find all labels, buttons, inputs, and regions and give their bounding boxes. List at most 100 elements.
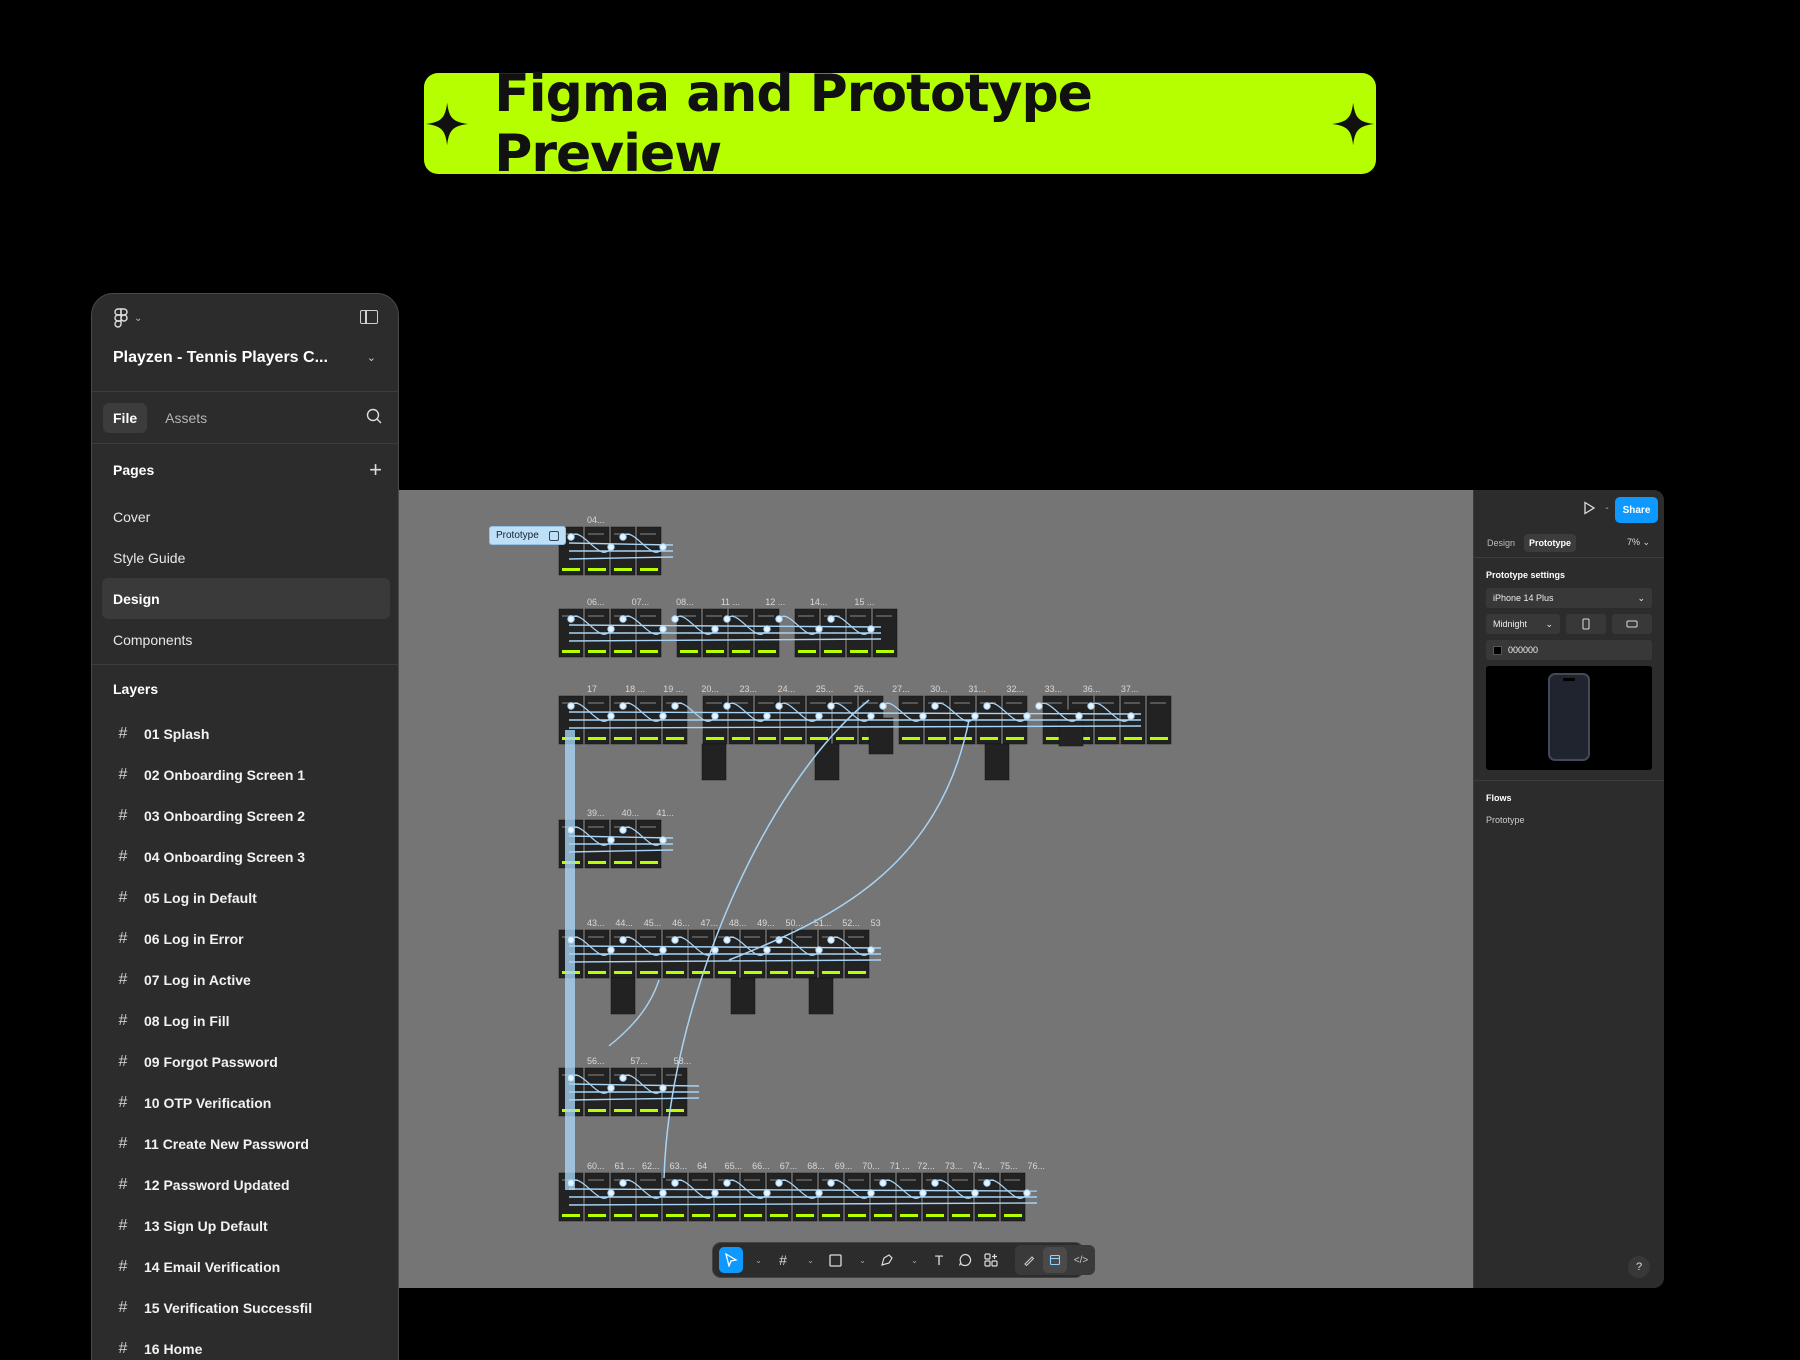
screen-text-line [588, 1179, 604, 1181]
frame-label: 48... [729, 918, 747, 928]
draw-mode-icon[interactable] [1017, 1247, 1041, 1273]
layer-item[interactable]: #16 Home [92, 1328, 398, 1360]
file-name[interactable]: Playzen - Tennis Players C... [113, 349, 328, 367]
portrait-orientation-icon[interactable] [1566, 614, 1606, 634]
connector-node [971, 1189, 979, 1197]
frame-tool-icon[interactable]: # [771, 1247, 795, 1273]
actions-tool-icon[interactable] [979, 1247, 1003, 1273]
page-item-cover[interactable]: Cover [92, 496, 390, 537]
sidebar-tabs: File Assets [92, 392, 398, 444]
text-tool-icon[interactable]: T [927, 1247, 951, 1273]
screen-cta [732, 737, 750, 740]
page-item-components[interactable]: Components [92, 619, 390, 660]
connector-node [607, 1189, 615, 1197]
frame-label: 24... [778, 684, 796, 694]
main-menu-button[interactable]: ⌄ [114, 308, 142, 328]
page-list: Cover Style Guide Design Components [92, 496, 398, 665]
present-play-icon[interactable] [1582, 501, 1596, 515]
chevron-down-icon[interactable]: ⌄ [1604, 503, 1610, 511]
frame-label: 49... [757, 918, 775, 928]
connector-node [567, 702, 575, 710]
model-color-select[interactable]: Midnight ⌄ [1486, 614, 1560, 634]
layer-item[interactable]: #11 Create New Password [92, 1123, 398, 1164]
layer-item[interactable]: #01 Splash [92, 713, 398, 754]
dev-mode-icon[interactable]: </> [1069, 1247, 1093, 1273]
design-canvas[interactable]: 04... 06... 07... 08... 11 ... 12 ... 14... 15 … [399, 490, 1473, 1288]
page-item-style-guide[interactable]: Style Guide [92, 537, 390, 578]
connector-node [815, 712, 823, 720]
frame-label: 57... [630, 1056, 648, 1066]
screen-cta [562, 861, 580, 864]
connector-node [1127, 712, 1135, 720]
add-page-icon[interactable]: + [369, 459, 382, 481]
help-button[interactable]: ? [1628, 1256, 1650, 1278]
frame-icon: # [118, 847, 128, 865]
connector-node [919, 1189, 927, 1197]
screen-cta [1006, 737, 1024, 740]
flow-item[interactable]: Prototype [1474, 811, 1664, 829]
rectangle-tool-icon[interactable] [823, 1247, 847, 1273]
tool-chevron-icon[interactable]: ⌄ [849, 1247, 873, 1273]
layer-item[interactable]: #02 Onboarding Screen 1 [92, 754, 398, 795]
tab-design[interactable]: Design [1482, 534, 1520, 552]
frame-label: 06... [587, 597, 605, 607]
connector-node [567, 1179, 575, 1187]
layer-item[interactable]: #04 Onboarding Screen 3 [92, 836, 398, 877]
layer-item[interactable]: #10 OTP Verification [92, 1082, 398, 1123]
search-icon[interactable] [366, 408, 382, 424]
connector-node [1087, 702, 1095, 710]
layer-item[interactable]: #03 Onboarding Screen 2 [92, 795, 398, 836]
landscape-orientation-icon[interactable] [1612, 614, 1652, 634]
layer-item[interactable]: #06 Log in Error [92, 918, 398, 959]
tool-chevron-icon[interactable]: ⌄ [901, 1247, 925, 1273]
layer-item[interactable]: #08 Log in Fill [92, 1000, 398, 1041]
connector-node [931, 1179, 939, 1187]
tool-chevron-icon[interactable]: ⌄ [745, 1247, 769, 1273]
comment-tool-icon[interactable] [953, 1247, 977, 1273]
frame-label: 52... [842, 918, 860, 928]
mode-switcher: </> [1015, 1245, 1095, 1275]
layer-item[interactable]: #09 Forgot Password [92, 1041, 398, 1082]
frame-icon: # [118, 929, 128, 947]
prototype-flow-chip[interactable]: Prototype [489, 526, 566, 545]
frame-label: 73... [945, 1161, 963, 1171]
layer-item[interactable]: #13 Sign Up Default [92, 1205, 398, 1246]
connector-node [567, 533, 575, 541]
screen-cta [744, 971, 762, 974]
tab-prototype[interactable]: Prototype [1524, 533, 1577, 552]
tool-chevron-icon[interactable]: ⌄ [797, 1247, 821, 1273]
chevron-down-icon[interactable]: ⌄ [367, 351, 376, 364]
move-tool-icon[interactable] [719, 1247, 743, 1273]
screen-cta [850, 650, 868, 653]
layer-label: 03 Onboarding Screen 2 [144, 807, 306, 824]
prototype-settings-heading: Prototype settings [1486, 570, 1566, 580]
flows-heading: Flows [1486, 793, 1512, 803]
screen-cta [614, 861, 632, 864]
background-color-field[interactable]: 000000 [1486, 640, 1652, 660]
screen-cta [666, 971, 684, 974]
pen-tool-icon[interactable] [875, 1247, 899, 1273]
connector-node [867, 1189, 875, 1197]
tab-assets[interactable]: Assets [155, 403, 217, 433]
layer-item[interactable]: #15 Verification Successfil [92, 1287, 398, 1328]
layer-item[interactable]: #07 Log in Active [92, 959, 398, 1000]
sidebar-toggle-icon[interactable] [360, 310, 378, 324]
screen-text-line [744, 936, 760, 938]
tab-file[interactable]: File [103, 402, 148, 433]
zoom-level[interactable]: 7% ⌄ [1627, 537, 1650, 548]
connector-node [671, 1179, 679, 1187]
design-mode-icon[interactable] [1043, 1247, 1067, 1273]
layer-item[interactable]: #12 Password Updated [92, 1164, 398, 1205]
frame-label: 62... [642, 1161, 660, 1171]
screen-text-line [666, 1074, 682, 1076]
layer-label: 15 Verification Successfil [144, 1299, 313, 1316]
connector-node [659, 543, 667, 551]
layer-item[interactable]: #14 Email Verification [92, 1246, 398, 1287]
share-button[interactable]: Share [1615, 497, 1658, 523]
frame-label: 70... [862, 1161, 880, 1171]
pages-header: Pages + [92, 444, 398, 496]
layer-item[interactable]: #05 Log in Default [92, 877, 398, 918]
device-select[interactable]: iPhone 14 Plus ⌄ [1486, 588, 1652, 608]
page-item-design[interactable]: Design [102, 578, 390, 619]
frame-label: 65... [725, 1161, 743, 1171]
